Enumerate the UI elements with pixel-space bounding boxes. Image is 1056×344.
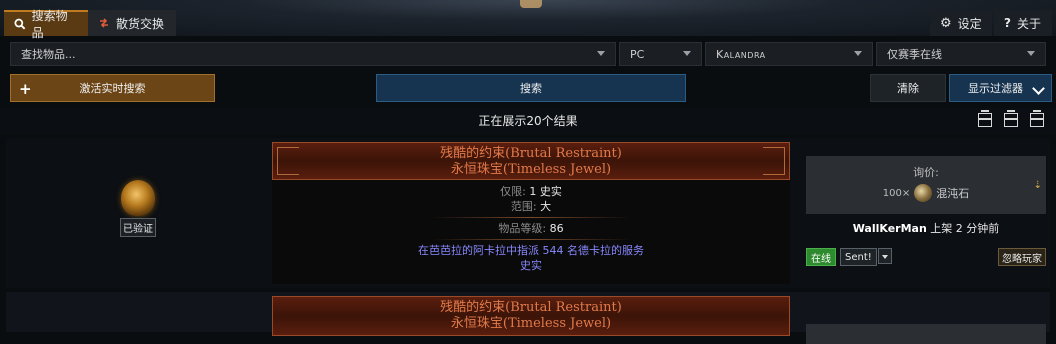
action-row: + 激活实时搜索 搜索 清除 显示过滤器 — [0, 74, 1056, 102]
platform-select[interactable]: PC — [619, 42, 702, 66]
price-box — [806, 324, 1046, 344]
league-value: Kalandra — [716, 47, 766, 61]
item-header: 残酷的约束(Brutal Restraint) 永恒珠宝(Timeless Je… — [272, 142, 790, 180]
exchange-icon — [100, 18, 108, 28]
listing-actions: 在线 Sent! 忽略玩家 — [806, 248, 1046, 266]
item-base-type: 永恒珠宝(Timeless Jewel) — [450, 316, 612, 331]
online-status-badge: 在线 — [806, 248, 836, 266]
ignore-player-button[interactable]: 忽略玩家 — [998, 248, 1046, 266]
view-expanded-icon[interactable] — [1030, 110, 1044, 127]
item-property: 范围: 大 — [510, 200, 552, 213]
search-button[interactable]: 搜索 — [376, 74, 686, 102]
result-row: 残酷的约束(Brutal Restraint) 永恒珠宝(Timeless Je… — [6, 292, 1050, 344]
whisper-sent-button[interactable]: Sent! — [840, 248, 877, 266]
clear-button[interactable]: 清除 — [870, 74, 946, 102]
item-header[interactable]: 残酷的约束(Brutal Restraint) 永恒珠宝(Timeless Je… — [272, 296, 790, 336]
gear-icon: ⚙ — [940, 15, 952, 31]
league-select[interactable]: Kalandra — [705, 42, 873, 66]
item-mod-line: 史实 — [520, 259, 542, 272]
tab-bulk-exchange[interactable]: 散货交换 — [88, 10, 176, 36]
separator — [431, 239, 631, 240]
price-amount: 100× — [882, 187, 911, 199]
price-label: 询价: — [913, 166, 939, 179]
item-icon-column: 已验证 — [118, 180, 158, 237]
seller-name[interactable]: WallKerMan — [853, 222, 927, 235]
item-name: 残酷的约束(Brutal Restraint) — [440, 300, 622, 315]
whisper-dropdown-button[interactable] — [878, 248, 892, 264]
chaos-orb-icon — [914, 184, 933, 202]
platform-value: PC — [630, 47, 645, 61]
item-body: 仅限: 1 史实 范围: 大 物品等级: 86 在芭芭拉的阿卡拉中指派 544 … — [272, 180, 790, 273]
price-currency: 混沌石 — [936, 187, 970, 200]
listed-time: 上架 2 分钟前 — [926, 222, 1000, 235]
item-level: 物品等级: 86 — [498, 222, 564, 235]
tab-search-label: 搜索物品 — [31, 9, 68, 40]
online-status-select[interactable]: 仅赛季在线 — [876, 42, 1046, 66]
item-mod-line: 在芭芭拉的阿卡拉中指派 544 名德卡拉的服务 — [418, 244, 644, 257]
result-row: 已验证 残酷的约束(Brutal Restraint) 永恒珠宝(Timeles… — [6, 138, 1050, 288]
item-base-type: 永恒珠宝(Timeless Jewel) — [450, 162, 612, 177]
timeless-jewel-icon — [121, 180, 155, 216]
view-compact-icon[interactable] — [978, 110, 992, 127]
seller-info: WallKerMan 上架 2 分钟前 — [806, 220, 1046, 236]
plus-icon: + — [19, 80, 32, 98]
question-icon: ? — [1004, 16, 1011, 30]
settings-label: 设定 — [957, 16, 982, 31]
search-button-label: 搜索 — [520, 82, 542, 95]
header-ornament-left — [277, 147, 299, 175]
price-box: 询价: 100× 混沌石 ⇣ — [806, 156, 1046, 214]
live-search-label: 激活实时搜索 — [79, 82, 146, 95]
download-icon[interactable]: ⇣ — [1034, 180, 1042, 191]
about-label: 关于 — [1016, 16, 1041, 31]
search-icon — [14, 18, 26, 30]
item-search-input[interactable]: 查找物品... — [10, 42, 616, 66]
item-card[interactable]: 残酷的约束(Brutal Restraint) 永恒珠宝(Timeless Je… — [272, 142, 790, 284]
results-bar: 正在展示20个结果 — [0, 108, 1056, 134]
chevron-down-icon — [597, 51, 605, 56]
results-summary: 正在展示20个结果 — [478, 114, 578, 128]
item-search-placeholder: 查找物品... — [21, 48, 76, 61]
separator — [431, 217, 631, 218]
item-property: 仅限: 1 史实 — [500, 185, 562, 198]
view-toggle-group — [978, 110, 1044, 127]
view-normal-icon[interactable] — [1004, 110, 1018, 127]
chevron-down-icon — [1032, 82, 1045, 95]
filter-row: 查找物品... PC Kalandra 仅赛季在线 — [0, 42, 1056, 66]
price-line: 100× 混沌石 — [806, 184, 1046, 202]
chevron-down-icon — [854, 51, 862, 56]
show-filters-button[interactable]: 显示过滤器 — [949, 74, 1052, 102]
about-button[interactable]: ? 关于 — [994, 10, 1052, 36]
verified-badge: 已验证 — [120, 218, 156, 237]
show-filters-label: 显示过滤器 — [968, 82, 1023, 95]
tab-exchange-label: 散货交换 — [116, 16, 165, 31]
clear-button-label: 清除 — [897, 82, 919, 95]
chevron-down-icon — [1027, 51, 1035, 56]
header-ornament-right — [763, 147, 785, 175]
settings-button[interactable]: ⚙ 设定 — [930, 10, 992, 36]
tab-search-items[interactable]: 搜索物品 — [4, 9, 88, 40]
item-name: 残酷的约束(Brutal Restraint) — [440, 146, 622, 161]
chevron-down-icon — [683, 51, 691, 56]
online-status-value: 仅赛季在线 — [887, 48, 942, 61]
live-search-button[interactable]: + 激活实时搜索 — [10, 74, 215, 102]
